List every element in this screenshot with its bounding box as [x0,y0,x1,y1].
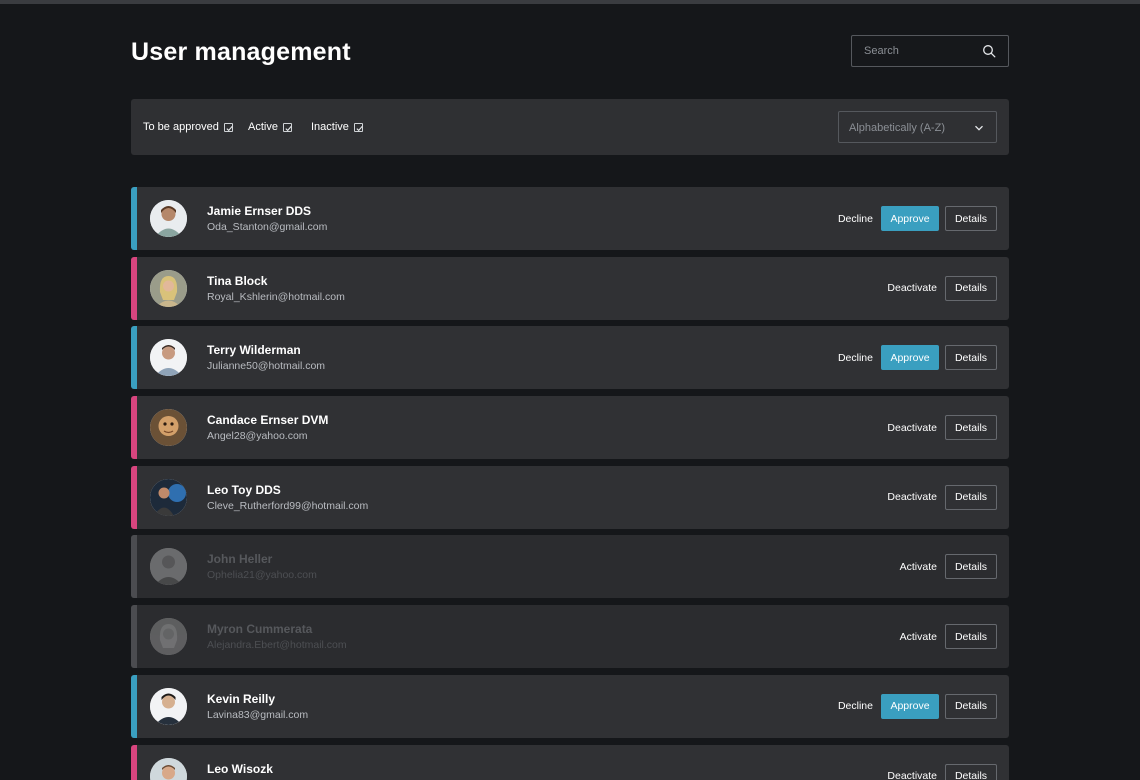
activate-button[interactable]: Activate [900,631,937,643]
deactivate-button[interactable]: Deactivate [887,770,937,780]
status-indicator [131,256,137,320]
user-name: Tina Block [207,273,268,288]
user-email: Oda_Stanton@gmail.com [207,221,328,233]
status-indicator [131,744,137,780]
user-row: Leo Wisozk Deactivate Details [131,744,1009,780]
search-box [851,35,1009,67]
status-indicator [131,605,137,669]
status-indicator [131,674,137,738]
user-row: John Heller Ophelia21@yahoo.com Activate… [131,535,1009,599]
user-list: Jamie Ernser DDS Oda_Stanton@gmail.com D… [131,187,1009,780]
user-name: Candace Ernser DVM [207,413,329,428]
row-actions: Deactivate Details [887,484,997,510]
activate-button[interactable]: Activate [900,561,937,573]
user-email: Angel28@yahoo.com [207,430,308,443]
avatar [150,200,187,237]
status-indicator [131,535,137,599]
deactivate-button[interactable]: Deactivate [887,491,937,503]
status-indicator [131,465,137,529]
avatar [150,269,187,307]
search-icon[interactable] [982,44,996,58]
user-row: Kevin Reilly Lavina83@gmail.com Decline … [131,674,1009,738]
row-actions: Deactivate Details [887,275,997,301]
user-name: Kevin Reilly [207,691,276,706]
filter-label: Active [248,121,278,133]
user-row: Candace Ernser DVM Angel28@yahoo.com Dea… [131,396,1009,460]
checkbox-checked-icon[interactable] [223,122,233,132]
row-actions: Decline Approve Details [838,345,997,371]
search-input[interactable] [852,36,978,66]
user-email: Ophelia21@yahoo.com [207,569,317,582]
user-name: Jamie Ernser DDS [207,204,312,218]
details-button[interactable]: Details [945,275,997,301]
checkbox-checked-icon[interactable] [353,122,363,132]
details-button[interactable]: Details [945,415,997,441]
filter-bar: To be approved Active Inactive Alphabeti… [131,99,1009,155]
status-indicator [131,396,137,460]
user-row: Jamie Ernser DDS Oda_Stanton@gmail.com D… [131,187,1009,250]
user-email: Julianne50@hotmail.com [207,360,326,373]
filter-active[interactable]: Active [248,121,292,133]
user-name: Leo Wisozk [207,761,273,776]
filter-label: To be approved [143,121,219,133]
avatar [150,409,187,447]
user-email: Lavina83@gmail.com [207,708,309,721]
user-name: Myron Cummerata [207,622,313,637]
filter-to-be-approved[interactable]: To be approved [143,121,233,133]
details-button[interactable]: Details [945,624,997,650]
details-button[interactable]: Details [945,345,997,371]
filter-label: Inactive [311,121,349,133]
sort-selected-value: Alphabetically (A-Z) [849,122,945,134]
user-row: Terry Wilderman Julianne50@hotmail.com D… [131,326,1009,390]
details-button[interactable]: Details [945,484,997,510]
avatar [150,548,187,586]
user-email: Royal_Kshlerin@hotmail.com [207,290,345,303]
user-row: Myron Cummerata Alejandra.Ebert@hotmail.… [131,605,1009,669]
window-top-border [0,0,1140,4]
approve-button[interactable]: Approve [881,345,939,371]
status-indicator [131,326,137,390]
sort-select[interactable]: Alphabetically (A-Z) [838,111,997,143]
details-button[interactable]: Details [945,693,997,719]
user-email: Alejandra.Ebert@hotmail.com [207,639,347,652]
deactivate-button[interactable]: Deactivate [887,282,937,294]
details-button[interactable]: Details [945,763,997,780]
row-actions: Deactivate Details [887,415,997,441]
user-row: Leo Toy DDS Cleve_Rutherford99@hotmail.c… [131,465,1009,529]
checkbox-checked-icon[interactable] [282,122,292,132]
deactivate-button[interactable]: Deactivate [887,422,937,434]
user-email: Cleve_Rutherford99@hotmail.com [207,499,369,512]
avatar [150,478,187,516]
avatar [150,618,187,656]
page-title: User management [131,38,351,66]
avatar [150,339,187,377]
row-actions: Decline Approve Details [838,693,997,719]
user-row: Tina Block Royal_Kshlerin@hotmail.com De… [131,256,1009,320]
filter-inactive[interactable]: Inactive [311,121,363,133]
user-name: Terry Wilderman [207,343,301,358]
avatar [150,757,187,780]
chevron-down-icon [975,125,983,131]
decline-button[interactable]: Decline [838,213,873,225]
user-name: Leo Toy DDS [207,482,281,497]
row-actions: Deactivate Details [887,763,997,780]
row-actions: Activate Details [900,624,997,650]
approve-button[interactable]: Approve [881,693,939,719]
status-indicator [131,187,137,250]
row-actions: Decline Approve Details [838,206,997,231]
user-name: John Heller [207,552,273,567]
details-button[interactable]: Details [945,554,997,580]
details-button[interactable]: Details [945,206,997,231]
row-actions: Activate Details [900,554,997,580]
decline-button[interactable]: Decline [838,700,873,712]
decline-button[interactable]: Decline [838,352,873,364]
avatar [150,687,187,725]
approve-button[interactable]: Approve [881,206,939,231]
